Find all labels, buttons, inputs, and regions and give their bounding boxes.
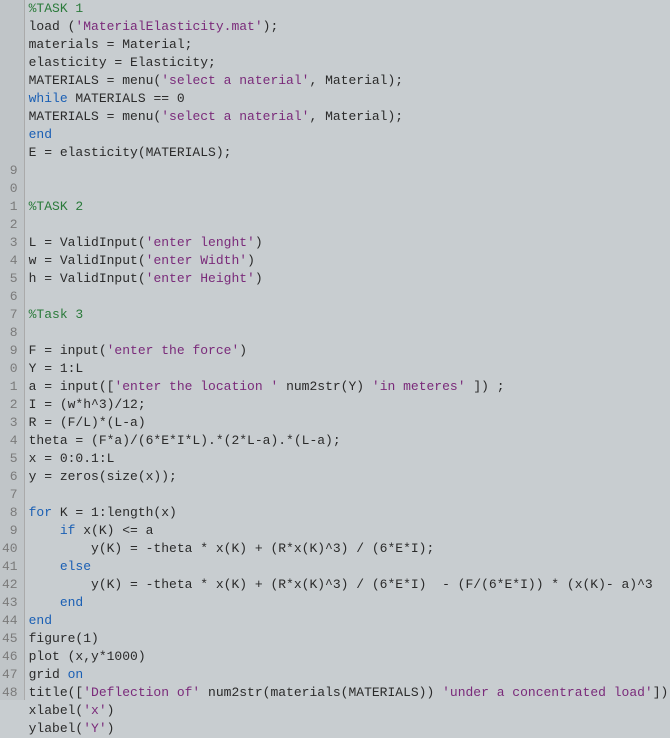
line-number: 3 bbox=[2, 414, 18, 432]
line-number: 2 bbox=[2, 396, 18, 414]
code-line[interactable]: figure(1) bbox=[29, 630, 670, 648]
code-line[interactable]: if x(K) <= a bbox=[29, 522, 670, 540]
line-number: 5 bbox=[2, 450, 18, 468]
code-line[interactable]: I = (w*h^3)/12; bbox=[29, 396, 670, 414]
code-line[interactable]: w = ValidInput('enter Width') bbox=[29, 252, 670, 270]
line-number: 6 bbox=[2, 468, 18, 486]
code-line[interactable]: %TASK 2 bbox=[29, 198, 670, 216]
line-number: 47 bbox=[2, 666, 18, 684]
code-line[interactable]: y(K) = -theta * x(K) + (R*x(K)^3) / (6*E… bbox=[29, 576, 670, 594]
code-line[interactable]: elasticity = Elasticity; bbox=[29, 54, 670, 72]
line-number: 9 bbox=[2, 522, 18, 540]
line-number: 5 bbox=[2, 270, 18, 288]
code-line[interactable]: materials = Material; bbox=[29, 36, 670, 54]
line-number: 8 bbox=[2, 504, 18, 522]
code-line[interactable]: E = elasticity(MATERIALS); bbox=[29, 144, 670, 162]
line-number: 0 bbox=[2, 180, 18, 198]
line-number: 7 bbox=[2, 486, 18, 504]
line-number: 8 bbox=[2, 324, 18, 342]
line-number: 9 bbox=[2, 162, 18, 180]
line-number-gutter: 9 0 1 2 3 4 5 6 7 8 9 0 1 2 3 4 5 6 7 8 … bbox=[0, 0, 25, 700]
code-line[interactable]: a = input(['enter the location ' num2str… bbox=[29, 378, 670, 396]
line-number: 48 bbox=[2, 684, 18, 702]
line-number: 1 bbox=[2, 378, 18, 396]
code-line[interactable]: y = zeros(size(x)); bbox=[29, 468, 670, 486]
code-line[interactable]: for K = 1:length(x) bbox=[29, 504, 670, 522]
code-line[interactable]: MATERIALS = menu('select a naterial', Ma… bbox=[29, 72, 670, 90]
code-line[interactable]: y(K) = -theta * x(K) + (R*x(K)^3) / (6*E… bbox=[29, 540, 670, 558]
line-number bbox=[2, 126, 18, 144]
code-line[interactable]: %TASK 1 bbox=[29, 0, 670, 18]
code-line[interactable]: load ('MaterialElasticity.mat'); bbox=[29, 18, 670, 36]
code-line[interactable]: h = ValidInput('enter Height') bbox=[29, 270, 670, 288]
code-line[interactable] bbox=[29, 324, 670, 342]
line-number: 45 bbox=[2, 630, 18, 648]
line-number: 1 bbox=[2, 198, 18, 216]
code-line[interactable] bbox=[29, 216, 670, 234]
code-line[interactable]: Y = 1:L bbox=[29, 360, 670, 378]
code-line[interactable]: plot (x,y*1000) bbox=[29, 648, 670, 666]
line-number: 9 bbox=[2, 342, 18, 360]
line-number: 41 bbox=[2, 558, 18, 576]
code-line[interactable]: L = ValidInput('enter lenght') bbox=[29, 234, 670, 252]
line-number: 46 bbox=[2, 648, 18, 666]
line-number: 2 bbox=[2, 216, 18, 234]
code-line[interactable]: while MATERIALS == 0 bbox=[29, 90, 670, 108]
line-number bbox=[2, 108, 18, 126]
line-number: 6 bbox=[2, 288, 18, 306]
code-line[interactable]: else bbox=[29, 558, 670, 576]
line-number bbox=[2, 54, 18, 72]
code-line[interactable]: grid on bbox=[29, 666, 670, 684]
code-line[interactable] bbox=[29, 180, 670, 198]
code-line[interactable]: F = input('enter the force') bbox=[29, 342, 670, 360]
code-line[interactable]: R = (F/L)*(L-a) bbox=[29, 414, 670, 432]
line-number: 43 bbox=[2, 594, 18, 612]
line-number: 7 bbox=[2, 306, 18, 324]
code-area[interactable]: %TASK 1 load ('MaterialElasticity.mat');… bbox=[25, 0, 670, 700]
line-number bbox=[2, 18, 18, 36]
code-line[interactable]: title(['Deflection of' num2str(materials… bbox=[29, 684, 670, 702]
code-line[interactable]: %Task 3 bbox=[29, 306, 670, 324]
code-line[interactable]: end bbox=[29, 612, 670, 630]
code-line[interactable]: xlabel('x') bbox=[29, 702, 670, 720]
line-number: 0 bbox=[2, 360, 18, 378]
line-number: 4 bbox=[2, 252, 18, 270]
code-line[interactable]: ylabel('Y') bbox=[29, 720, 670, 738]
line-number: 40 bbox=[2, 540, 18, 558]
line-number: 4 bbox=[2, 432, 18, 450]
code-line[interactable] bbox=[29, 288, 670, 306]
code-line[interactable]: MATERIALS = menu('select a naterial', Ma… bbox=[29, 108, 670, 126]
code-line[interactable]: theta = (F*a)/(6*E*I*L).*(2*L-a).*(L-a); bbox=[29, 432, 670, 450]
line-number: 3 bbox=[2, 234, 18, 252]
line-number bbox=[2, 36, 18, 54]
line-number: 44 bbox=[2, 612, 18, 630]
code-line[interactable]: end bbox=[29, 594, 670, 612]
line-number: 42 bbox=[2, 576, 18, 594]
code-line[interactable] bbox=[29, 486, 670, 504]
code-line[interactable]: x = 0:0.1:L bbox=[29, 450, 670, 468]
line-number bbox=[2, 0, 18, 18]
line-number bbox=[2, 90, 18, 108]
line-number bbox=[2, 144, 18, 162]
code-line[interactable] bbox=[29, 162, 670, 180]
line-number bbox=[2, 72, 18, 90]
code-line[interactable]: end bbox=[29, 126, 670, 144]
code-editor[interactable]: 9 0 1 2 3 4 5 6 7 8 9 0 1 2 3 4 5 6 7 8 … bbox=[0, 0, 670, 700]
